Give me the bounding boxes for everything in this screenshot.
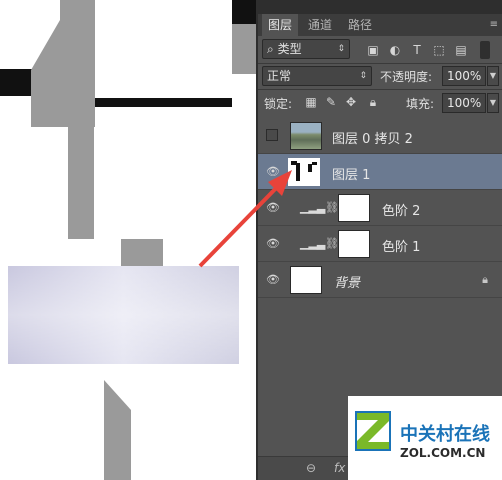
document-canvas[interactable] bbox=[0, 0, 256, 480]
layer-row-layer-0-copy-2[interactable]: 图层 0 拷贝 2 bbox=[258, 118, 502, 154]
link-icon[interactable]: ⊖ bbox=[306, 461, 316, 475]
layer-thumbnail-mask bbox=[288, 158, 320, 186]
divider bbox=[258, 63, 502, 64]
hamburger-menu-icon[interactable]: ≡ bbox=[490, 19, 498, 30]
adjustment-filter-icon[interactable]: ◐ bbox=[388, 43, 402, 57]
zol-logo-icon bbox=[355, 411, 391, 451]
filter-toggle-icon[interactable] bbox=[480, 41, 490, 59]
layer-name: 背景 bbox=[334, 276, 361, 291]
levels-histogram-icon: ▁▂▃ bbox=[300, 237, 326, 250]
search-icon: ⌕ bbox=[267, 42, 274, 56]
layer-row-layer-1[interactable]: 👁︎ 图层 1 bbox=[258, 154, 502, 190]
lock-icon: 🔒︎ bbox=[482, 273, 488, 286]
type-filter-icon[interactable]: T bbox=[410, 43, 424, 57]
blend-mode-value: 正常 bbox=[267, 69, 292, 83]
levels-histogram-icon: ▁▂▃ bbox=[300, 201, 326, 214]
divider bbox=[258, 89, 502, 90]
thumbnail-shape bbox=[291, 161, 317, 181]
lock-all-icon[interactable]: 🔒︎ bbox=[366, 95, 380, 109]
visibility-toggle-off[interactable] bbox=[266, 129, 278, 141]
image-filter-icon[interactable]: ▣ bbox=[366, 43, 380, 57]
chevron-down-icon[interactable]: ▼ bbox=[487, 93, 499, 113]
chain-link-icon[interactable]: ⛓︎ bbox=[325, 237, 339, 251]
chevron-updown-icon: ⇕ bbox=[359, 71, 367, 81]
layer-name: 色阶 1 bbox=[382, 240, 421, 255]
layer-name: 图层 0 拷贝 2 bbox=[332, 132, 413, 147]
fill-field[interactable]: 100% bbox=[442, 93, 486, 113]
opacity-field[interactable]: 100% bbox=[442, 66, 486, 86]
layer-row-levels-1[interactable]: 👁︎ ▁▂▃ ⛓︎ 色阶 1 bbox=[258, 226, 502, 262]
shape-filter-icon[interactable]: ⬚ bbox=[432, 43, 446, 57]
watermark: 中关村在线 ZOL.COM.CN bbox=[348, 396, 502, 480]
layer-mask-thumbnail bbox=[338, 194, 370, 222]
eye-icon[interactable]: 👁︎ bbox=[266, 237, 280, 251]
layer-name: 图层 1 bbox=[332, 168, 371, 183]
chain-link-icon[interactable]: ⛓︎ bbox=[325, 201, 339, 215]
lock-position-move-icon[interactable]: ✥ bbox=[344, 95, 358, 109]
eye-icon[interactable]: 👁︎ bbox=[266, 273, 280, 287]
opacity-label: 不透明度: bbox=[380, 70, 433, 84]
layer-row-background[interactable]: 👁︎ 背景 🔒︎ bbox=[258, 262, 502, 298]
panel-tabs: 图层 通道 路径 ≡ bbox=[258, 14, 502, 36]
filter-kind-dropdown[interactable]: ⌕ 类型 ⇕ bbox=[262, 39, 350, 59]
layer-thumbnail-photo bbox=[290, 122, 322, 150]
tab-paths[interactable]: 路径 bbox=[342, 14, 378, 36]
tab-layers[interactable]: 图层 bbox=[262, 14, 299, 36]
layer-name: 色阶 2 bbox=[382, 204, 421, 219]
chevron-updown-icon: ⇕ bbox=[337, 44, 345, 54]
lock-transparent-icon[interactable]: ▦ bbox=[304, 95, 318, 109]
watermark-brand-en: ZOL.COM.CN bbox=[400, 446, 486, 460]
layer-thumbnail-background bbox=[290, 266, 322, 294]
chevron-down-icon[interactable]: ▼ bbox=[487, 66, 499, 86]
fill-label: 填充: bbox=[406, 97, 435, 111]
smart-object-filter-icon[interactable]: ▤ bbox=[454, 43, 468, 57]
eye-icon[interactable]: 👁︎ bbox=[266, 165, 280, 179]
lock-image-brush-icon[interactable]: ✎ bbox=[324, 95, 338, 109]
panel-top-strip bbox=[258, 0, 502, 14]
canvas-artwork bbox=[0, 0, 256, 480]
layer-mask-thumbnail bbox=[338, 230, 370, 258]
watermark-brand-cn: 中关村在线 bbox=[400, 424, 490, 445]
eye-icon[interactable]: 👁︎ bbox=[266, 201, 280, 215]
tab-channels[interactable]: 通道 bbox=[302, 14, 338, 36]
blend-mode-dropdown[interactable]: 正常 ⇕ bbox=[262, 66, 372, 86]
filter-kind-label: 类型 bbox=[277, 42, 302, 56]
fx-button[interactable]: fx bbox=[334, 461, 345, 475]
lock-label: 锁定: bbox=[264, 97, 293, 111]
layer-row-levels-2[interactable]: 👁︎ ▁▂▃ ⛓︎ 色阶 2 bbox=[258, 190, 502, 226]
